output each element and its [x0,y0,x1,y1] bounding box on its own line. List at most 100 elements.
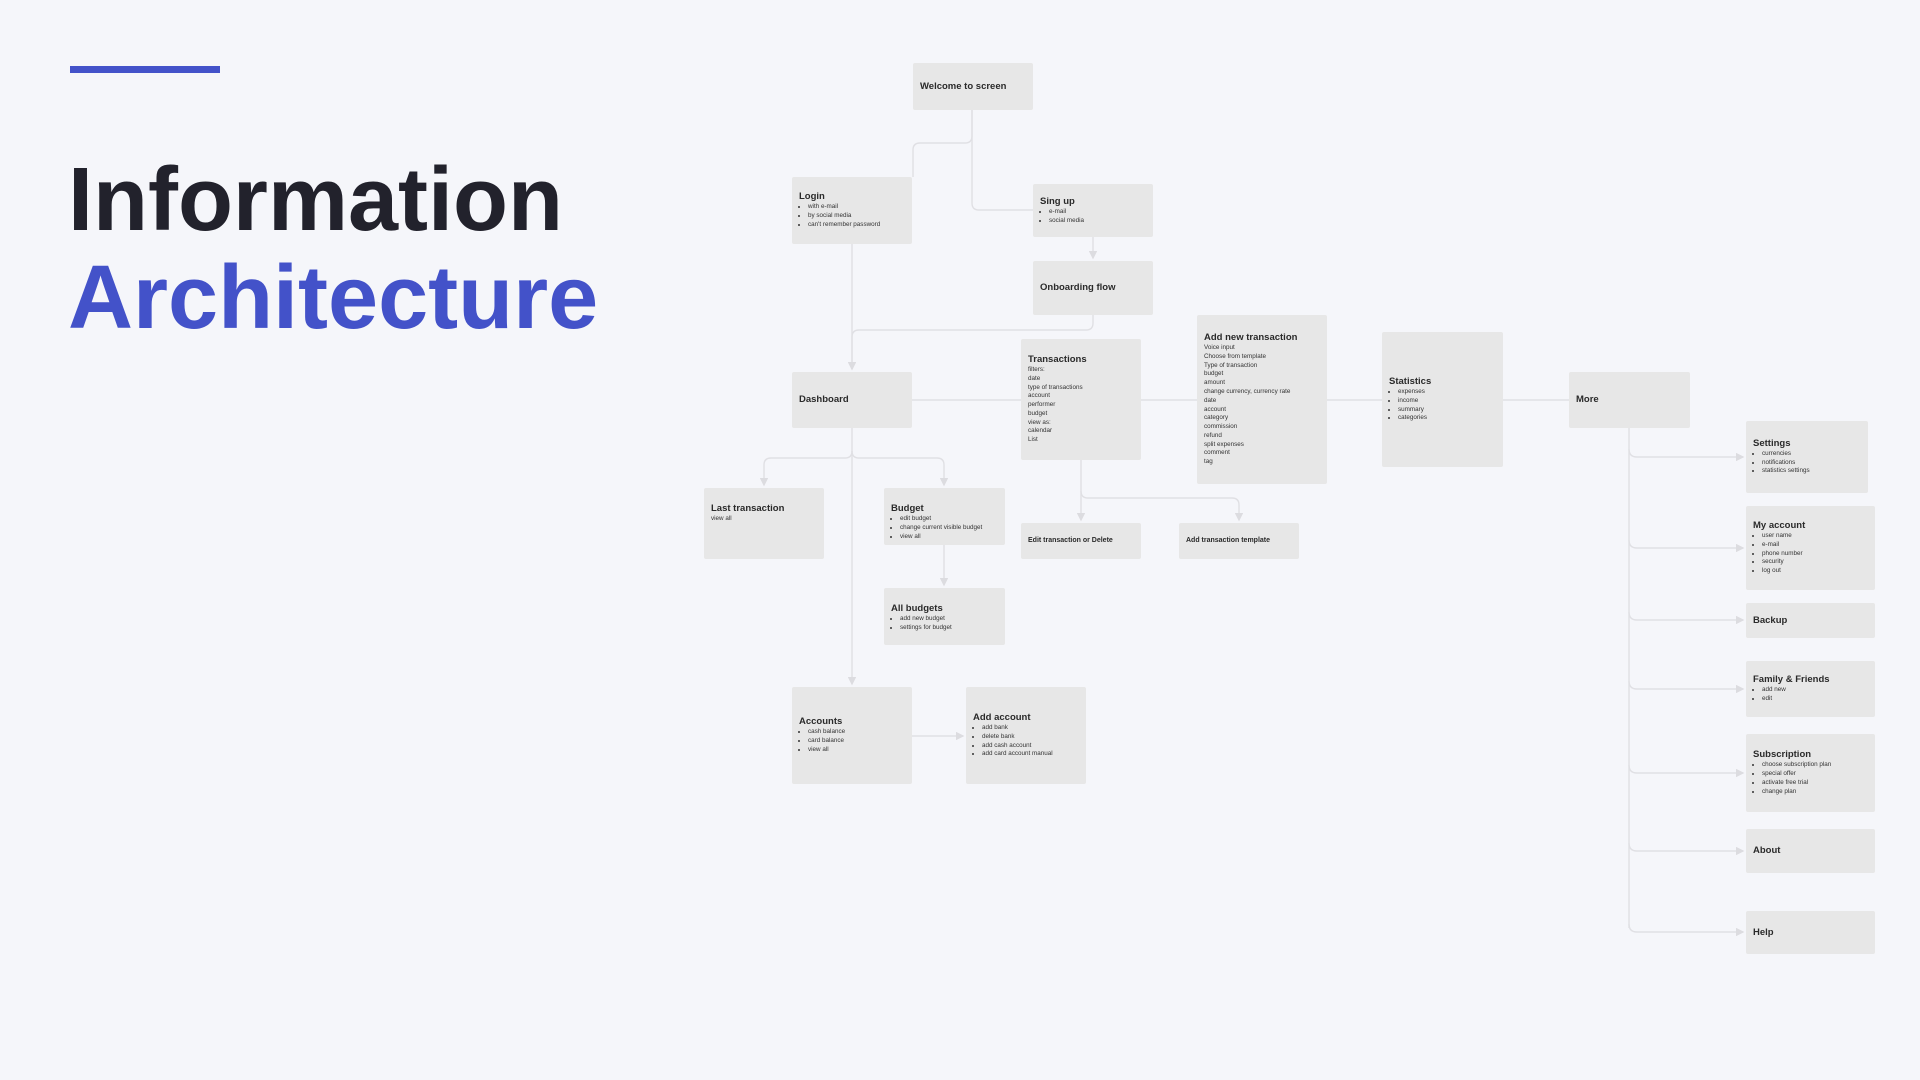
node-items: add new budgetsettings for budget [891,615,998,633]
node-items: expensesincomesummarycategories [1389,388,1496,423]
node-item: user name [1762,532,1868,541]
node-item: cash balance [808,728,905,737]
node-item: view all [808,746,905,755]
node-accounts[interactable]: Accountscash balancecard balanceview all [792,687,912,784]
node-title: Last transaction [711,503,785,514]
node-add-transaction[interactable]: Add new transaction Voice input Choose fro… [1197,315,1327,484]
node-dashboard[interactable]: Dashboard [792,372,912,428]
node-items: filters: date type of transactions account p… [1028,366,1134,445]
node-add-template[interactable]: Add transaction template [1179,523,1299,559]
node-item: e-mail [1762,541,1868,550]
node-item: delete bank [982,733,1079,742]
node-item: security [1762,558,1868,567]
node-item: categories [1398,414,1496,423]
node-item: choose subscription plan [1762,761,1868,770]
node-item: settings for budget [900,624,998,633]
node-more[interactable]: More [1569,372,1690,428]
connector-line [971,110,1033,211]
node-about[interactable]: About [1746,829,1875,873]
node-items: Voice input Choose from template Type of t… [1204,344,1320,467]
node-item: account [1204,405,1227,413]
node-title: More [1576,394,1599,405]
node-items: currenciesnotificationsstatistics settin… [1753,450,1861,476]
node-subscription[interactable]: Subscriptionchoose subscription planspec… [1746,734,1875,812]
node-title: Budget [891,503,924,514]
node-budget[interactable]: Budgetedit budgetchange current visible … [884,488,1005,545]
node-item: filters: [1028,365,1045,373]
node-item: phone number [1762,550,1868,559]
node-help[interactable]: Help [1746,911,1875,954]
node-edit-transaction[interactable]: Edit transaction or Delete [1021,523,1141,559]
connector-line [1628,611,1745,625]
node-title: Add new transaction [1204,331,1298,343]
node-item: tag [1204,458,1213,466]
node-family[interactable]: Family & Friendsadd newedit [1746,661,1875,717]
node-item: edit [1762,695,1868,704]
node-title: Subscription [1753,749,1812,761]
node-item: income [1398,397,1496,406]
node-settings[interactable]: Settingscurrenciesnotificationsstatistic… [1746,421,1868,493]
connector-line [1628,680,1745,694]
node-title: Transactions [1028,353,1087,365]
node-item: activate free trial [1762,779,1868,788]
node-my-account[interactable]: My accountuser namee-mailphone numbersec… [1746,506,1875,590]
node-item: date [1028,374,1041,382]
node-item: special offer [1762,770,1868,779]
node-item: statistics settings [1762,467,1861,476]
connector-line [1628,764,1745,778]
connector-line [1628,448,1745,462]
node-title: Login [799,191,825,203]
node-title: Add account [973,711,1031,723]
node-title: Dashboard [799,394,849,405]
node-welcome[interactable]: Welcome to screen [913,63,1033,110]
node-transactions[interactable]: Transactions filters: date type of transact… [1021,339,1141,460]
node-item: expenses [1398,388,1496,397]
node-item: budget [1204,370,1224,378]
node-items: add newedit [1753,686,1868,704]
node-item: view as: [1028,418,1051,426]
node-last-transaction[interactable]: Last transaction view all [704,488,824,559]
node-all-budgets[interactable]: All budgetsadd new budgetsettings for bu… [884,588,1005,645]
node-item: add new budget [900,615,998,624]
connector-line [1628,842,1745,856]
node-items: add bankdelete bankadd cash accountadd c… [973,724,1079,759]
node-item: performer [1028,401,1056,409]
node-item: calendar [1028,427,1053,435]
node-items: with e-mailby social mediacan't remember… [799,203,905,229]
node-item: view all [711,515,732,522]
node-items: edit budgetchange current visible budget… [891,515,998,541]
node-item: currencies [1762,450,1861,459]
node-add-account[interactable]: Add accountadd bankdelete bankadd cash a… [966,687,1086,784]
node-title: Statistics [1389,375,1432,387]
connector-line [1628,923,1745,937]
node-item: comment [1204,449,1230,457]
connector-line [759,450,853,487]
node-item: can't remember password [808,221,905,230]
node-item: edit budget [900,515,998,524]
node-item: change current visible budget [900,524,998,533]
node-item: by social media [808,212,905,221]
node-item: budget [1028,409,1048,417]
node-item: change plan [1762,788,1868,797]
node-item: date [1204,396,1217,404]
node-item: summary [1398,406,1496,415]
node-item: refund [1204,431,1222,439]
node-title: My account [1753,520,1806,531]
node-title: Accounts [799,716,843,728]
node-items: e-mailsocial media [1040,208,1146,226]
node-items: view all [711,515,817,524]
node-item: Choose from template [1204,352,1266,360]
node-login[interactable]: Loginwith e-mailby social mediacan't rem… [792,177,912,244]
node-item: with e-mail [808,203,905,212]
node-statistics[interactable]: Statisticsexpensesincomesummarycategorie… [1382,332,1503,467]
node-backup[interactable]: Backup [1746,603,1875,638]
node-onboarding[interactable]: Onboarding flow [1033,261,1153,315]
node-title: Backup [1753,614,1788,626]
node-title: Welcome to screen [920,80,1007,92]
node-title: About [1753,845,1781,856]
node-title: All budgets [891,603,943,614]
node-item: category [1204,414,1229,422]
node-signup[interactable]: Sing upe-mailsocial media [1033,184,1153,237]
node-item: commission [1204,423,1238,431]
node-title: Add transaction template [1186,537,1271,544]
